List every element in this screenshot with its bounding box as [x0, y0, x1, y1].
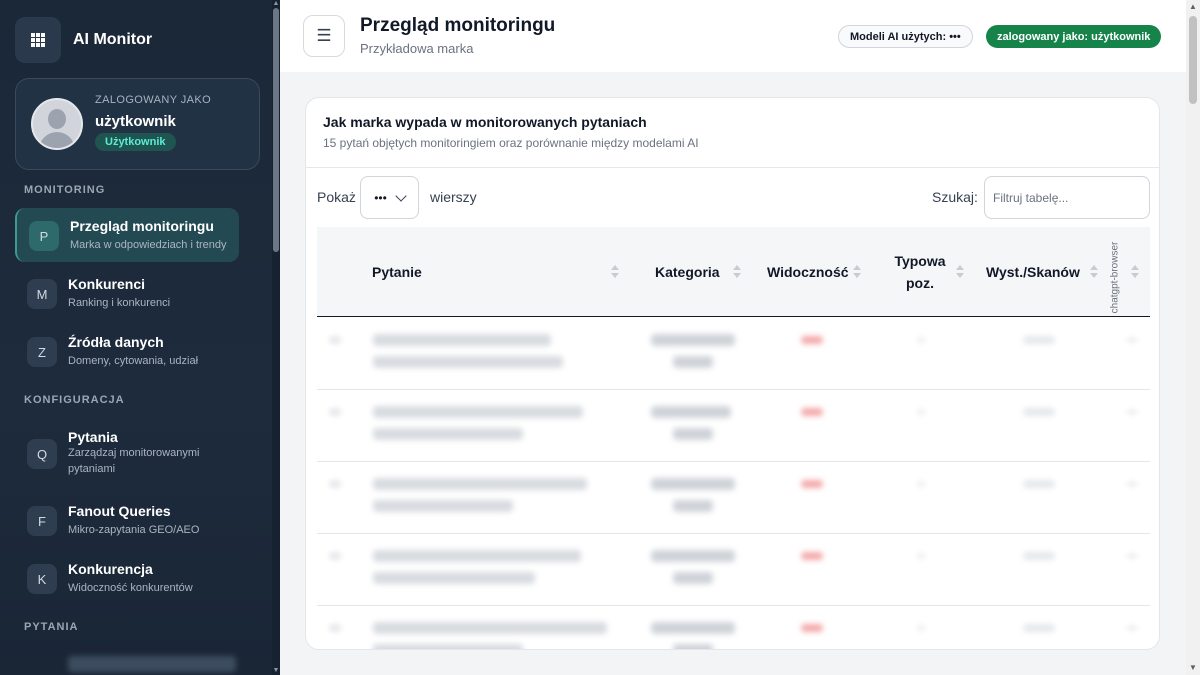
page-scrollbar[interactable]: ▲ ▼ [1186, 0, 1200, 675]
topbar: ☰ Przegląd monitoringu Przykładowa marka… [280, 0, 1186, 72]
sidebar-item-subtitle: Domeny, cytowania, udział [68, 355, 199, 367]
nav-letter-icon: P [29, 221, 59, 251]
nav-letter-icon: Q [27, 439, 57, 469]
sort-icon[interactable] [1090, 265, 1098, 279]
sidebar-item-title: Pytania [68, 429, 118, 445]
user-card-label: ZALOGOWANY JAKO [95, 94, 212, 106]
card-title: Jak marka wypada w monitorowanych pytani… [323, 114, 647, 130]
nav-letter-icon: M [27, 279, 57, 309]
search-label: Szukaj: [932, 189, 978, 205]
sort-icon[interactable] [733, 265, 741, 279]
user-card: ZALOGOWANY JAKO użytkownik Użytkownik [15, 78, 260, 170]
sidebar-item-subtitle: Ranking i konkurenci [68, 297, 171, 309]
sidebar-item-zrodla[interactable]: Z Źródła danych Domeny, cytowania, udzia… [15, 324, 239, 378]
section-konfiguracja: KONFIGURACJA [24, 394, 125, 406]
column-header-typowa-poz[interactable]: Typowa poz. [885, 250, 955, 294]
rows-per-page-value: ••• [374, 190, 387, 205]
column-header-pytanie[interactable]: Pytanie [372, 261, 422, 283]
nav-letter-icon: F [27, 506, 57, 536]
scroll-down-icon[interactable]: ▼ [1186, 663, 1200, 673]
sort-icon[interactable] [956, 265, 964, 279]
menu-icon[interactable]: ☰ [303, 15, 345, 57]
column-header-kategoria[interactable]: Kategoria [655, 261, 720, 283]
sidebar-item-subtitle: Zarządzaj monitorowanymi pytaniami [68, 447, 200, 475]
column-header-wyst-skanow[interactable]: Wyst./Skanów [986, 261, 1080, 283]
rows-per-page-select[interactable]: ••• [360, 176, 419, 219]
section-monitoring: MONITORING [24, 184, 106, 196]
table-row[interactable] [317, 318, 1150, 390]
column-header-chatgpt-browser-label: chatgpt-browser [1109, 241, 1121, 313]
role-badge: Użytkownik [95, 133, 176, 151]
nav-letter-icon: K [27, 564, 57, 594]
chevron-down-icon [395, 189, 407, 202]
sort-icon[interactable] [1131, 265, 1139, 279]
sidebar-item-konkurenci[interactable]: M Konkurenci Ranking i konkurenci [15, 266, 239, 320]
app-name: AI Monitor [73, 31, 153, 48]
table-header: Pytanie Kategoria Widoczność Typowa poz.… [317, 227, 1150, 317]
table-row[interactable] [317, 534, 1150, 606]
sidebar-item-title: Konkurencja [68, 561, 153, 577]
sort-icon[interactable] [853, 265, 861, 279]
nav-letter-icon: Z [27, 337, 57, 367]
grid-icon[interactable] [15, 17, 61, 63]
scroll-up-icon[interactable]: ▲ [1186, 2, 1200, 12]
sidebar-item-title: Źródła danych [68, 334, 164, 350]
sidebar-item-pytania[interactable]: Q Pytania Zarządzaj monitorowanymi pytan… [15, 419, 239, 485]
user-pill[interactable]: zalogowany jako: użytkownik [986, 25, 1162, 48]
table-row[interactable] [317, 462, 1150, 534]
sidebar-scroll-thumb[interactable] [273, 8, 279, 252]
table-row[interactable] [317, 390, 1150, 462]
sidebar-item-konkurencja[interactable]: K Konkurencja Widoczność konkurentów [15, 551, 239, 605]
table-row[interactable] [317, 606, 1150, 649]
sidebar-item-title: Konkurenci [68, 276, 146, 292]
models-pill[interactable]: Modeli AI użytych: ••• [838, 25, 973, 48]
sidebar-item-fanout[interactable]: F Fanout Queries Mikro-zapytania GEO/AEO [15, 493, 239, 547]
sidebar: AI Monitor ZALOGOWANY JAKO użytkownik Uż… [0, 0, 280, 675]
rows-label: wierszy [430, 189, 477, 205]
overview-card: Jak marka wypada w monitorowanych pytani… [305, 97, 1160, 650]
scroll-up-icon[interactable]: ▲ [272, 0, 280, 8]
sort-icon[interactable] [611, 265, 619, 279]
user-name: użytkownik [95, 113, 176, 130]
search-input[interactable] [984, 176, 1150, 219]
page-subtitle: Przykładowa marka [360, 41, 474, 56]
sidebar-item-subtitle: Mikro-zapytania GEO/AEO [68, 524, 200, 536]
divider [306, 167, 1159, 168]
column-header-chatgpt-browser[interactable]: chatgpt-browser [1103, 239, 1127, 315]
show-label: Pokaż [317, 189, 356, 205]
brand[interactable]: AI Monitor [15, 17, 152, 63]
sidebar-item-subtitle: Marka w odpowiedziach i trendy [70, 239, 227, 251]
table-body [317, 318, 1150, 649]
sidebar-item-title: Fanout Queries [68, 503, 171, 519]
sidebar-scrollbar[interactable]: ▲ ▼ [272, 0, 280, 675]
card-subtitle: 15 pytań objętych monitoringiem oraz por… [323, 136, 699, 150]
sidebar-item-przeglad[interactable]: P Przegląd monitoringu Marka w odpowiedz… [15, 208, 239, 262]
avatar [31, 98, 83, 150]
blurred-question-item[interactable] [68, 656, 236, 672]
page-scroll-thumb[interactable] [1189, 16, 1197, 104]
section-pytania: PYTANIA [24, 621, 79, 633]
scroll-down-icon[interactable]: ▼ [272, 667, 280, 675]
sidebar-item-title: Przegląd monitoringu [70, 218, 214, 234]
column-header-widocznosc[interactable]: Widoczność [767, 261, 849, 283]
sidebar-item-subtitle: Widoczność konkurentów [68, 582, 193, 594]
page-title: Przegląd monitoringu [360, 15, 556, 36]
